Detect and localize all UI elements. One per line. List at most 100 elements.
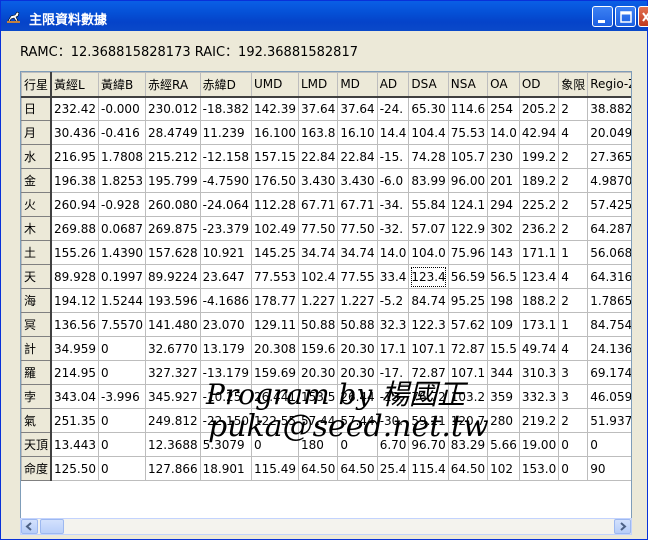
- table-cell[interactable]: -32.: [376, 216, 410, 241]
- table-cell[interactable]: 84.754956: [587, 312, 631, 337]
- close-button[interactable]: [638, 6, 648, 27]
- table-cell[interactable]: 56.59: [447, 264, 489, 289]
- table-row[interactable]: 木 269.88 0.0687 269.875 -23.379 102.49 77.50 77…: [21, 216, 631, 241]
- table-cell[interactable]: 122.3: [408, 312, 449, 337]
- table-cell[interactable]: -5.2: [376, 288, 410, 313]
- minimize-button[interactable]: [592, 6, 613, 27]
- table-cell[interactable]: 0: [98, 408, 147, 433]
- table-cell[interactable]: 0: [558, 432, 589, 457]
- scroll-left-button[interactable]: [21, 519, 38, 534]
- row-header[interactable]: 羅: [21, 360, 52, 385]
- table-cell[interactable]: 194.12: [50, 288, 100, 313]
- column-header[interactable]: UMD: [250, 72, 299, 98]
- column-header[interactable]: MD: [337, 72, 378, 98]
- table-cell[interactable]: -30.: [376, 408, 410, 433]
- table-cell[interactable]: 83.99: [408, 168, 449, 193]
- column-header[interactable]: OD: [518, 72, 560, 98]
- table-cell[interactable]: 83.29: [447, 432, 489, 457]
- table-cell[interactable]: 1: [558, 312, 589, 337]
- table-cell[interactable]: 0: [558, 456, 589, 481]
- table-row[interactable]: 冥 136.56 7.5570 141.480 23.070 129.11 50.88 50.…: [21, 312, 631, 337]
- table-cell[interactable]: 77.50: [337, 216, 378, 241]
- table-cell[interactable]: 1.5244: [98, 288, 147, 313]
- table-cell[interactable]: 20.308: [250, 336, 299, 361]
- table-cell[interactable]: 343.04: [50, 384, 100, 409]
- table-cell[interactable]: 42.94: [518, 120, 560, 145]
- table-cell[interactable]: -34.: [376, 192, 410, 217]
- table-cell[interactable]: 0: [250, 432, 299, 457]
- table-cell[interactable]: 69.174598: [587, 360, 631, 385]
- table-cell[interactable]: 4: [558, 336, 589, 361]
- table-cell[interactable]: 90: [587, 456, 631, 481]
- table-cell[interactable]: -0.000: [98, 96, 147, 121]
- table-cell[interactable]: 16.10: [337, 120, 378, 145]
- table-cell[interactable]: 77.55: [337, 264, 378, 289]
- table-cell[interactable]: 11.239: [199, 120, 252, 145]
- table-cell[interactable]: 10.921: [199, 240, 252, 265]
- table-cell[interactable]: 14.0: [376, 240, 410, 265]
- table-cell[interactable]: 1.227: [337, 288, 378, 313]
- table-cell[interactable]: 96.00: [447, 168, 489, 193]
- table-cell[interactable]: 37.64: [297, 96, 339, 121]
- table-cell[interactable]: 157.628: [145, 240, 201, 265]
- table-row[interactable]: 氣 251.35 0 249.812 -22.150 122.55 57.44 57.44 -3…: [21, 408, 631, 433]
- table-cell[interactable]: 1.8253: [98, 168, 147, 193]
- table-cell[interactable]: 28.4749: [145, 120, 201, 145]
- table-cell[interactable]: 33.4: [376, 264, 410, 289]
- table-cell[interactable]: 0: [98, 336, 147, 361]
- table-cell[interactable]: 64.316672: [587, 264, 631, 289]
- table-cell[interactable]: 24.136686: [587, 336, 631, 361]
- column-header[interactable]: Regio-ZD: [587, 72, 631, 98]
- table-cell[interactable]: 20.30: [297, 360, 339, 385]
- table-cell[interactable]: 26.441: [250, 384, 299, 409]
- table-cell[interactable]: 57.44: [337, 408, 378, 433]
- scroll-thumb[interactable]: [40, 519, 64, 534]
- table-cell[interactable]: 205.2: [518, 96, 560, 121]
- table-cell[interactable]: 5.66: [487, 432, 520, 457]
- table-cell[interactable]: -4.1686: [199, 288, 252, 313]
- column-header[interactable]: 黃緯B: [98, 72, 147, 98]
- table-row[interactable]: 計 34.959 0 32.6770 13.179 20.308 159.6 20.30 17.…: [21, 336, 631, 361]
- table-cell[interactable]: 1.7865301: [587, 288, 631, 313]
- table-cell[interactable]: 57.62: [447, 312, 489, 337]
- table-cell[interactable]: 74.28: [408, 144, 449, 169]
- table-cell[interactable]: 50.88: [297, 312, 339, 337]
- table-cell[interactable]: 4.9870000: [587, 168, 631, 193]
- table-cell[interactable]: 64.50: [337, 456, 378, 481]
- horizontal-scrollbar[interactable]: [20, 518, 632, 535]
- table-cell[interactable]: 14.4: [376, 120, 410, 145]
- table-cell[interactable]: 142.39: [250, 96, 299, 121]
- table-cell[interactable]: 157.15: [250, 144, 299, 169]
- table-cell[interactable]: 216.95: [50, 144, 100, 169]
- table-cell[interactable]: 310.3: [518, 360, 560, 385]
- table-cell[interactable]: 67.71: [297, 192, 339, 217]
- table-cell[interactable]: 64.50: [297, 456, 339, 481]
- table-cell[interactable]: 359: [487, 384, 520, 409]
- table-cell[interactable]: 109: [487, 312, 520, 337]
- data-grid[interactable]: 行星 黃經L 黃緯B 赤經RA 赤緯D UMD LMD MD AD DSA NSA OA OD 象限 Reg…: [20, 71, 632, 519]
- row-header[interactable]: 金: [21, 168, 52, 193]
- table-cell[interactable]: 34.959: [50, 336, 100, 361]
- table-cell[interactable]: 20.049659: [587, 120, 631, 145]
- table-cell[interactable]: 22.84: [337, 144, 378, 169]
- table-cell[interactable]: -4.7590: [199, 168, 252, 193]
- table-cell[interactable]: 34.74: [297, 240, 339, 265]
- table-cell[interactable]: 3.430: [337, 168, 378, 193]
- table-cell[interactable]: 2: [558, 192, 589, 217]
- table-cell[interactable]: 104.4: [408, 120, 449, 145]
- table-row[interactable]: 月 30.436 -0.416 28.4749 11.239 16.100 163.8 16.…: [21, 120, 631, 145]
- row-header[interactable]: 水: [21, 144, 52, 169]
- table-row[interactable]: 金 196.38 1.8253 195.799 -4.7590 176.50 3.430 3.…: [21, 168, 631, 193]
- table-cell[interactable]: 51.937256: [587, 408, 631, 433]
- table-cell[interactable]: 1.227: [297, 288, 339, 313]
- table-cell[interactable]: 103.2: [447, 384, 489, 409]
- table-cell[interactable]: 57.425603: [587, 192, 631, 217]
- table-cell[interactable]: -3.996: [98, 384, 147, 409]
- table-cell[interactable]: 76.72: [408, 384, 449, 409]
- table-cell[interactable]: 196.38: [50, 168, 100, 193]
- table-cell[interactable]: 195.799: [145, 168, 201, 193]
- table-cell[interactable]: 302: [487, 216, 520, 241]
- table-cell[interactable]: 26.44: [337, 384, 378, 409]
- row-header[interactable]: 海: [21, 288, 52, 313]
- table-cell[interactable]: 46.059920: [587, 384, 631, 409]
